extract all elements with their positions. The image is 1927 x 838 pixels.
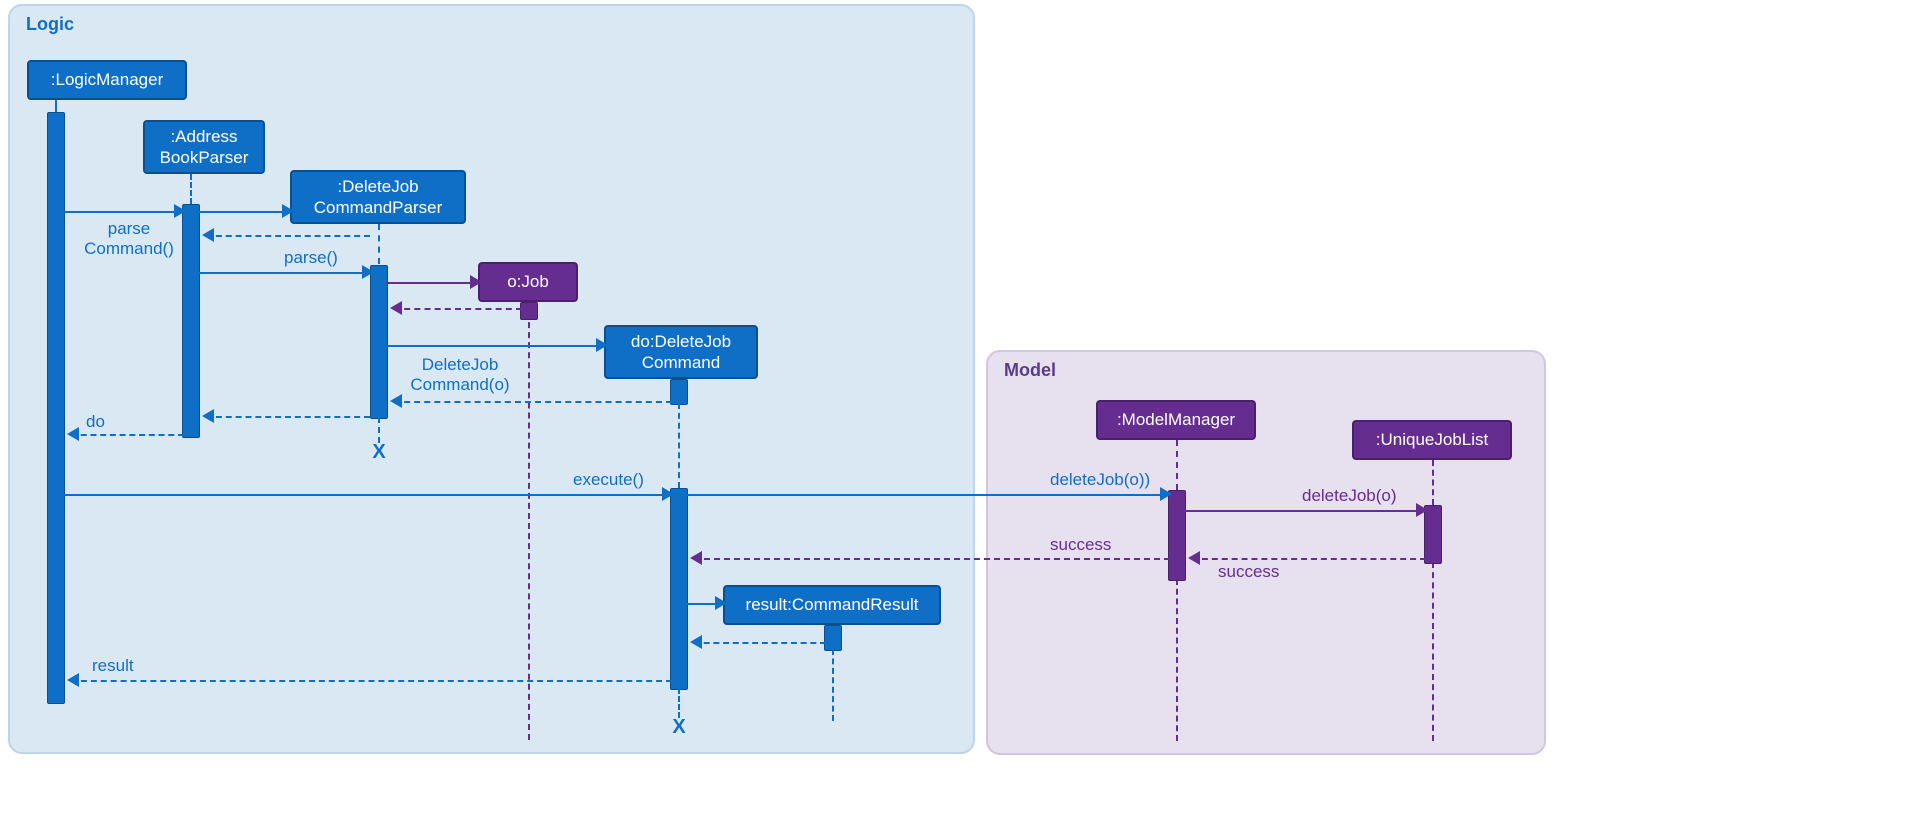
arrowhead-success-mm xyxy=(683,551,702,565)
label-deletejob-mm: deleteJob(o)) xyxy=(1050,470,1150,490)
label-deletejob-ujl: deleteJob(o) xyxy=(1302,486,1397,506)
arrowhead-new-djc xyxy=(596,338,615,352)
arrow-djc-ret-djp xyxy=(394,401,672,403)
command-result-label: result:CommandResult xyxy=(746,594,919,615)
lifeline-ujl-top xyxy=(1432,460,1434,505)
arrow-deletejob-mm xyxy=(686,494,1162,496)
arrow-execute xyxy=(63,494,664,496)
lifeline-cr xyxy=(832,649,834,721)
destroy-djp: X xyxy=(372,441,385,464)
label-parse-command: parse Command() xyxy=(74,219,184,260)
lifeline-djp-bottom xyxy=(378,417,380,443)
label-success-mm: success xyxy=(1050,535,1111,555)
logic-manager-head: :LogicManager xyxy=(27,60,187,100)
label-result: result xyxy=(92,656,134,676)
arrow-djp-ret-abp-2 xyxy=(206,416,370,418)
lifeline-mm-bottom xyxy=(1176,579,1178,741)
activation-logic-manager xyxy=(47,112,65,704)
arrow-cr-ret xyxy=(694,642,826,644)
arrow-new-cr xyxy=(686,603,717,605)
o-job-label: o:Job xyxy=(507,271,549,292)
arrowhead-cr-ret xyxy=(683,635,702,649)
unique-job-list-head: :UniqueJobList xyxy=(1352,420,1512,460)
delete-job-command-head: do:DeleteJob Command xyxy=(604,325,758,379)
unique-job-list-label: :UniqueJobList xyxy=(1376,429,1488,450)
arrow-abp-ret-lm xyxy=(71,434,184,436)
arrowhead-abp-new-djp xyxy=(282,204,301,218)
lifeline-abp-top xyxy=(190,174,192,204)
arrow-abp-new-djp xyxy=(198,211,284,213)
arrow-result xyxy=(71,680,672,682)
arrowhead-new-cr xyxy=(715,596,734,610)
arrowhead-result xyxy=(60,673,79,687)
label-execute: execute() xyxy=(573,470,644,490)
lifeline-djp-top xyxy=(378,224,380,264)
lifeline-djc-bottom xyxy=(678,688,680,718)
model-manager-label: :ModelManager xyxy=(1117,409,1235,430)
lifeline-ojob xyxy=(528,302,530,740)
arrowhead-parse-command xyxy=(174,204,193,218)
arrowhead-ojob-ret xyxy=(383,301,402,315)
destroy-djc: X xyxy=(672,716,685,739)
label-deletejobcommand-o: DeleteJob Command(o) xyxy=(410,355,510,396)
arrow-new-djc xyxy=(386,345,598,347)
activation-djc-exec xyxy=(670,488,688,690)
arrow-parse-command xyxy=(63,211,176,213)
address-book-parser-label: :Address BookParser xyxy=(160,126,249,169)
arrow-parse xyxy=(198,272,364,274)
arrowhead-success-ujl xyxy=(1181,551,1200,565)
arrowhead-new-ojob xyxy=(470,275,489,289)
command-result-head: result:CommandResult xyxy=(723,585,941,625)
arrowhead-djp-ret-abp-1 xyxy=(195,228,214,242)
label-do: do xyxy=(86,412,105,432)
model-manager-head: :ModelManager xyxy=(1096,400,1256,440)
arrowhead-execute xyxy=(662,487,681,501)
arrowhead-abp-ret-lm xyxy=(60,427,79,441)
lifeline-logic-manager xyxy=(55,100,57,112)
delete-job-command-label: do:DeleteJob Command xyxy=(631,331,731,374)
arrowhead-deletejob-mm xyxy=(1160,487,1179,501)
lifeline-ujl-bottom xyxy=(1432,562,1434,741)
activation-djc-create xyxy=(670,379,688,405)
arrow-deletejob-ujl xyxy=(1184,510,1418,512)
arrow-djp-ret-abp-1 xyxy=(206,235,370,237)
lifeline-mm-top xyxy=(1176,440,1178,490)
arrow-new-ojob xyxy=(386,282,472,284)
address-book-parser-head: :Address BookParser xyxy=(143,120,265,174)
arrowhead-djp-ret-abp-2 xyxy=(195,409,214,423)
o-job-head: o:Job xyxy=(478,262,578,302)
arrowhead-parse xyxy=(362,265,381,279)
activation-ojob xyxy=(520,302,538,320)
label-success-ujl: success xyxy=(1218,562,1279,582)
arrowhead-djc-ret-djp xyxy=(383,394,402,408)
delete-job-parser-label: :DeleteJob CommandParser xyxy=(314,176,443,219)
lifeline-djc-mid xyxy=(678,403,680,488)
label-parse: parse() xyxy=(284,248,338,268)
arrow-success-mm xyxy=(694,558,1170,560)
logic-frame-title: Logic xyxy=(26,14,74,35)
activation-cr xyxy=(824,625,842,651)
arrow-ojob-ret xyxy=(394,308,522,310)
arrow-success-ujl xyxy=(1192,558,1426,560)
model-frame-title: Model xyxy=(1004,360,1056,381)
arrowhead-deletejob-ujl xyxy=(1416,503,1435,517)
delete-job-parser-head: :DeleteJob CommandParser xyxy=(290,170,466,224)
activation-mm xyxy=(1168,490,1186,581)
logic-manager-label: :LogicManager xyxy=(51,69,163,90)
